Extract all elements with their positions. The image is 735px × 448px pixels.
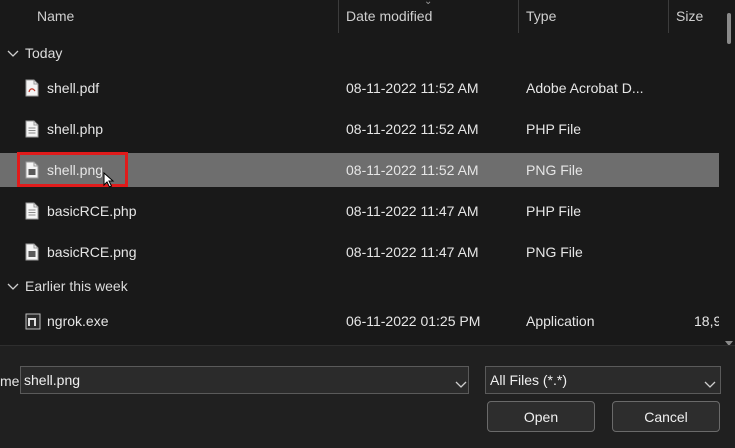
file-type-dropdown[interactable]: All Files (*.*) [485, 366, 721, 394]
file-type: PNG File [526, 162, 583, 178]
file-row[interactable]: basicRCE.php 08-11-2022 11:47 AM PHP Fil… [0, 194, 719, 228]
chevron-down-icon[interactable] [704, 376, 716, 388]
file-date-modified: 06-11-2022 01:25 PM [346, 313, 481, 329]
file-type: PNG File [526, 244, 583, 260]
text-file-icon [25, 202, 39, 220]
file-name: basicRCE.png [47, 244, 137, 260]
file-type: PHP File [526, 203, 581, 219]
chevron-down-icon[interactable] [455, 376, 467, 388]
file-row[interactable]: shell.php 08-11-2022 11:52 AM PHP File [0, 112, 719, 146]
file-type: Application [526, 313, 595, 329]
file-date-modified: 08-11-2022 11:47 AM [346, 203, 479, 219]
file-type-selected: All Files (*.*) [490, 372, 568, 388]
filename-input[interactable]: shell.png [24, 367, 80, 393]
file-name: ngrok.exe [47, 313, 109, 329]
file-name: basicRCE.php [47, 203, 137, 219]
column-headers: Name ⌄ Date modified Type Size [0, 0, 735, 33]
file-row[interactable]: shell.pdf 08-11-2022 11:52 AM Adobe Acro… [0, 71, 719, 105]
column-header-date-modified[interactable]: Date modified [346, 0, 432, 33]
pdf-file-icon [25, 79, 39, 97]
file-name: shell.php [47, 121, 104, 137]
group-header-today[interactable]: Today [0, 38, 719, 68]
group-label: Today [25, 45, 63, 61]
dialog-footer: me: shell.png All Files (*.*) Open Cance… [0, 345, 735, 448]
file-list-pane[interactable]: Name ⌄ Date modified Type Size Today she… [0, 0, 735, 345]
application-file-icon [25, 312, 41, 330]
scroll-down-arrow-icon[interactable] [725, 334, 733, 345]
chevron-down-icon[interactable] [7, 38, 19, 68]
file-date-modified: 08-11-2022 11:52 AM [346, 80, 479, 96]
text-file-icon [25, 120, 39, 138]
cancel-button[interactable]: Cancel [612, 401, 720, 432]
file-date-modified: 08-11-2022 11:52 AM [346, 121, 479, 137]
filename-combobox[interactable]: shell.png [20, 366, 469, 394]
group-label: Earlier this week [25, 278, 128, 294]
file-date-modified: 08-11-2022 11:47 AM [346, 244, 479, 260]
scrollbar-thumb[interactable] [727, 13, 731, 44]
chevron-down-icon[interactable] [7, 271, 19, 301]
image-file-icon [25, 161, 39, 179]
file-type: Adobe Acrobat D... [526, 80, 644, 96]
group-header-earlier-this-week[interactable]: Earlier this week [0, 271, 719, 301]
image-file-icon [25, 243, 39, 261]
vertical-scrollbar[interactable] [721, 0, 735, 345]
column-divider[interactable] [668, 0, 669, 33]
file-name: shell.png [47, 162, 104, 178]
file-row[interactable]: ngrok.exe 06-11-2022 01:25 PM Applicatio… [0, 304, 719, 338]
column-divider[interactable] [338, 0, 339, 33]
file-row[interactable]: basicRCE.png 08-11-2022 11:47 AM PNG Fil… [0, 235, 719, 269]
open-button[interactable]: Open [487, 401, 595, 432]
column-header-size[interactable]: Size [676, 0, 703, 33]
file-date-modified: 08-11-2022 11:52 AM [346, 162, 479, 178]
mouse-cursor-icon [103, 171, 115, 188]
file-size: 18,9 [694, 313, 719, 329]
column-header-type[interactable]: Type [526, 0, 556, 33]
file-name: shell.pdf [47, 80, 100, 96]
file-type: PHP File [526, 121, 581, 137]
column-divider[interactable] [518, 0, 519, 33]
column-header-name[interactable]: Name [37, 0, 74, 33]
